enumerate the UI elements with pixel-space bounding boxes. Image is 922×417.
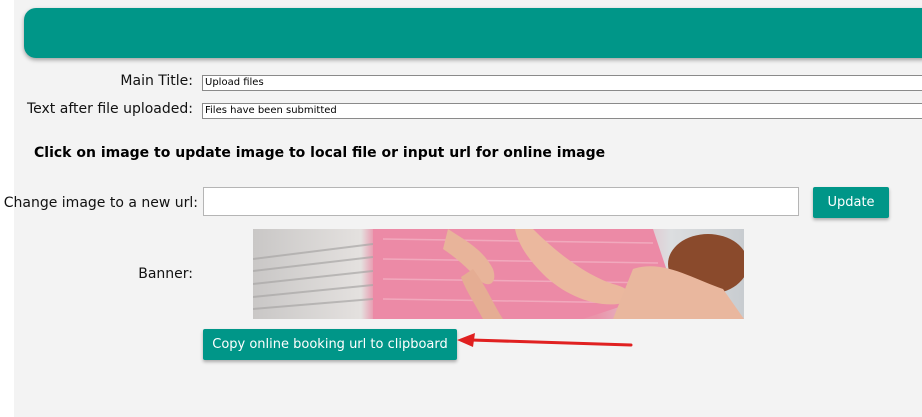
arrow-left-icon <box>457 333 633 347</box>
copy-booking-url-button[interactable]: Copy online booking url to clipboard <box>203 329 457 360</box>
image-instructions: Click on image to update image to local … <box>34 145 606 161</box>
header-bar <box>24 8 922 58</box>
change-url-label: Change image to a new url: <box>3 195 198 211</box>
image-url-input[interactable] <box>203 187 799 216</box>
banner-image[interactable] <box>253 229 744 319</box>
update-button[interactable]: Update <box>813 187 889 218</box>
banner-label: Banner: <box>138 266 193 282</box>
main-title-input[interactable] <box>202 75 922 91</box>
main-title-label: Main Title: <box>120 73 193 89</box>
after-upload-label: Text after file uploaded: <box>26 101 193 117</box>
after-upload-input[interactable] <box>202 103 922 119</box>
